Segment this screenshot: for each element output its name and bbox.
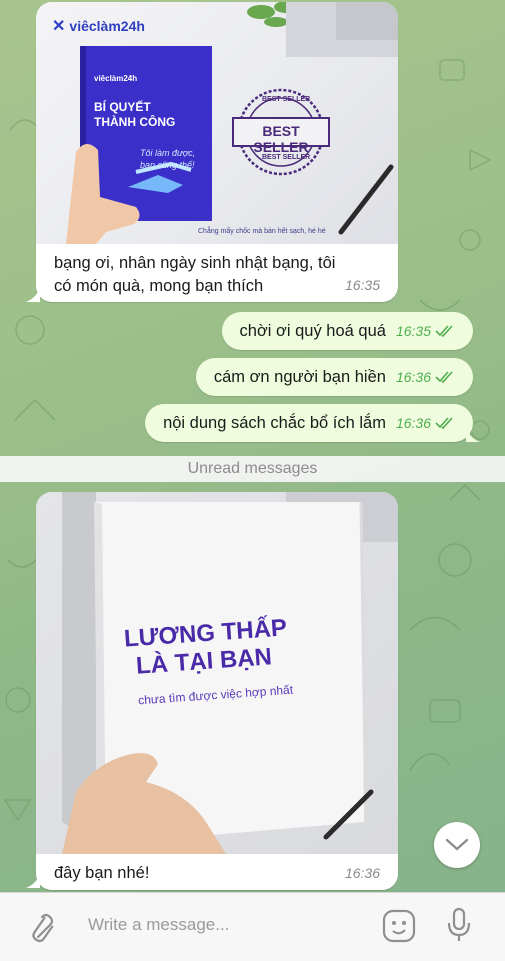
- message-text: chời ơi quý hoá quá: [239, 321, 386, 340]
- brand-logo: ✕ viêclàm24h: [52, 16, 145, 36]
- microphone-icon[interactable]: [447, 907, 471, 943]
- book-image[interactable]: LƯƠNG THẤP LÀ TẠI BẠN chưa tìm được việc…: [36, 492, 398, 854]
- message-text: cám ơn người bạn hiền: [213, 367, 386, 386]
- message-input[interactable]: Write a message...: [88, 915, 229, 935]
- message-text: nội dung sách chắc bổ ích lắm: [163, 413, 386, 432]
- logo-star-icon: ✕: [52, 18, 66, 35]
- bubble-tail-icon: [26, 288, 40, 302]
- message-composer: Write a message...: [0, 892, 505, 961]
- gift-book-illustration: [66, 2, 398, 244]
- message-time: 16:36: [395, 415, 431, 431]
- stamp-bottom-text: BEST SELLER: [262, 154, 311, 161]
- sticker-icon[interactable]: [382, 909, 416, 943]
- book-brand: viêclàm24h: [94, 74, 138, 83]
- message-line-1: bạng ơi, nhân ngày sinh nhật bạng, tôi: [54, 254, 336, 272]
- outgoing-message-3[interactable]: nội dung sách chắc bổ ích lắm 16:36: [145, 404, 473, 442]
- image-footer-text: Chẳng mấy chốc mà bán hết sạch, hé hé: [198, 228, 326, 235]
- stamp-top-text: BEST SELLER: [262, 96, 311, 103]
- outgoing-message-1[interactable]: chời ơi quý hoá quá 16:35: [221, 312, 473, 350]
- brand-name: viêclàm24h: [69, 18, 145, 34]
- chevron-down-icon: [445, 838, 469, 851]
- book-title-line1: BÍ QUYẾT: [94, 100, 151, 114]
- message-time: 16:35: [344, 277, 380, 293]
- book-tagline-line1: Tôi làm được,: [140, 148, 196, 158]
- message-text: bạng ơi, nhân ngày sinh nhật bạng, tôi c…: [36, 244, 398, 298]
- incoming-message-book[interactable]: LƯƠNG THẤP LÀ TẠI BẠN chưa tìm được việc…: [36, 492, 398, 890]
- gift-book-image[interactable]: ✕ viêclàm24h viêclàm24h BÍ QUYẾT THÀNH C…: [36, 2, 398, 244]
- double-check-icon: [435, 417, 455, 429]
- book-title-line2: THÀNH CÔNG: [94, 115, 176, 129]
- message-time: 16:35: [395, 323, 431, 339]
- outgoing-message-2[interactable]: cám ơn người bạn hiền 16:36: [195, 358, 473, 396]
- bubble-tail-icon: [26, 874, 40, 888]
- message-text: đây bạn nhé!: [54, 864, 150, 882]
- message-line-2: có món quà, mong bạn thích: [54, 277, 264, 295]
- incoming-message-gift[interactable]: ✕ viêclàm24h viêclàm24h BÍ QUYẾT THÀNH C…: [36, 2, 398, 302]
- double-check-icon: [435, 325, 455, 337]
- bubble-tail-icon: [466, 428, 480, 442]
- scroll-to-bottom-button[interactable]: [434, 822, 480, 868]
- message-time: 16:36: [395, 369, 431, 385]
- stamp-main-text: BEST SELLER: [253, 123, 309, 155]
- book-tagline-line2: bạn cũng thế!: [140, 160, 195, 170]
- unread-messages-divider: Unread messages: [0, 456, 505, 482]
- double-check-icon: [435, 371, 455, 383]
- paperclip-icon[interactable]: [24, 911, 54, 943]
- message-time: 16:36: [344, 865, 380, 881]
